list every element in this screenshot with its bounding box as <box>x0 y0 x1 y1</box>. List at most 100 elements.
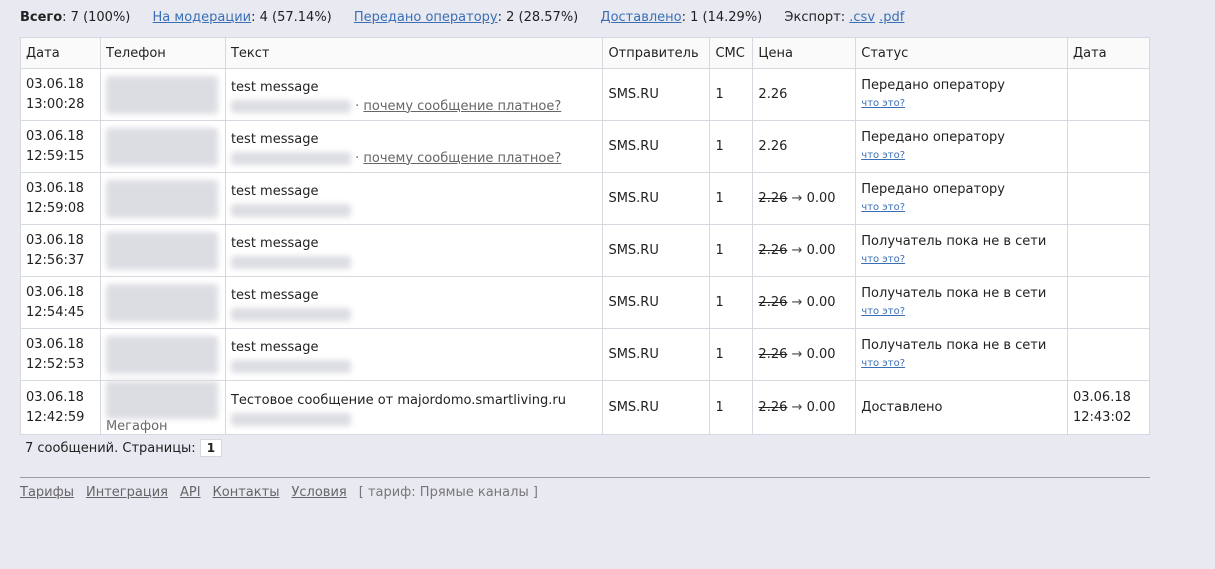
phone-redacted <box>105 127 218 166</box>
meta-redacted <box>230 99 351 113</box>
sent-date: 03.06.18 <box>26 232 84 248</box>
footer-link-api[interactable]: API <box>180 485 201 500</box>
delivered-filter-link[interactable]: Доставлено <box>600 10 681 25</box>
footer-link-tariffs[interactable]: Тарифы <box>20 485 74 500</box>
cell-text: test message · почему сообщение платное? <box>224 120 604 173</box>
status-help-link[interactable]: что это? <box>861 254 905 265</box>
export-csv-link[interactable]: .csv <box>849 10 875 25</box>
new-price: 0.00 <box>806 191 836 206</box>
cell-text: test message <box>224 276 604 329</box>
arrow-icon: → <box>791 243 803 258</box>
delivery-date: 03.06.18 <box>1072 389 1131 405</box>
new-price: 0.00 <box>806 243 836 258</box>
new-price: 0.00 <box>806 295 836 310</box>
footer-link-terms[interactable]: Условия <box>291 485 346 500</box>
old-price: 2.26 <box>758 191 788 206</box>
cell-sender: SMS.RU <box>602 120 711 173</box>
column-header-status: Статус <box>855 37 1068 69</box>
message-meta: · почему сообщение платное? <box>230 97 598 117</box>
old-price: 2.26 <box>758 295 788 310</box>
message-text: test message <box>230 183 319 199</box>
cell-phone <box>99 328 226 381</box>
cell-delivery-date <box>1066 68 1151 121</box>
meta-separator: · <box>355 150 360 166</box>
phone-redacted <box>105 75 218 114</box>
cell-sender: SMS.RU <box>602 380 711 435</box>
meta-redacted <box>230 203 351 217</box>
table-row: 03.06.18 13:00:28 test message · почему со… <box>20 68 1151 121</box>
summary-moderation: На модерации: 4 (57.14%) <box>153 10 332 25</box>
table-row: 03.06.18 12:59:15 test message · почему со… <box>20 120 1151 173</box>
status-help-link[interactable]: что это? <box>861 202 905 213</box>
message-meta <box>230 305 598 325</box>
message-meta <box>230 410 598 430</box>
cell-status: Передано оператору что это? <box>855 120 1068 173</box>
why-paid-link[interactable]: почему сообщение платное? <box>363 151 561 166</box>
cell-phone <box>99 276 226 329</box>
table-row: 03.06.18 12:54:45 test message SMS.RU 1 2.26 … <box>20 276 1151 329</box>
footer-link-integration[interactable]: Интеграция <box>86 485 168 500</box>
cell-phone <box>99 172 226 225</box>
new-price: 0.00 <box>806 347 836 362</box>
column-header-sms: СМС <box>709 37 754 69</box>
cell-price: 2.26 <box>752 120 857 173</box>
cell-date: 03.06.18 12:56:37 <box>20 224 101 277</box>
export-pdf-link[interactable]: .pdf <box>879 10 904 25</box>
pager: 7 сообщений. Страницы: 1 <box>25 439 223 457</box>
cell-text: test message <box>224 224 604 277</box>
sent-date: 03.06.18 <box>26 128 84 144</box>
sent-date: 03.06.18 <box>26 76 84 92</box>
export-label: Экспорт: <box>784 10 846 25</box>
arrow-icon: → <box>791 347 803 362</box>
cell-price: 2.26 → 0.00 <box>752 328 857 381</box>
cell-date: 03.06.18 12:59:15 <box>20 120 101 173</box>
message-text: test message <box>230 287 319 303</box>
summary-total: Всего: 7 (100%) <box>20 10 130 25</box>
page-1-button[interactable]: 1 <box>199 439 223 457</box>
sent-time: 12:52:53 <box>26 356 85 372</box>
messages-table: Дата Телефон Текст Отправитель СМС Цена Статус… <box>20 37 1151 435</box>
sent-time: 12:59:15 <box>26 148 85 164</box>
cell-sender: SMS.RU <box>602 68 711 121</box>
table-row: 03.06.18 12:52:53 test message SMS.RU 1 2.26 … <box>20 328 1151 381</box>
why-paid-link[interactable]: почему сообщение платное? <box>363 99 561 114</box>
cell-sms-count: 1 <box>709 120 754 173</box>
table-row: 03.06.18 12:59:08 test message SMS.RU 1 2.26 … <box>20 172 1151 225</box>
footer-link-contacts[interactable]: Контакты <box>213 485 280 500</box>
status-text: Получатель пока не в сети <box>861 286 1047 301</box>
status-text: Получатель пока не в сети <box>861 338 1047 353</box>
status-help-link[interactable]: что это? <box>861 306 905 317</box>
export-group: Экспорт: .csv .pdf <box>784 10 904 25</box>
cell-sms-count: 1 <box>709 276 754 329</box>
summary-delivered: Доставлено: 1 (14.29%) <box>600 10 762 25</box>
column-header-date: Дата <box>20 37 101 69</box>
column-header-sender: Отправитель <box>602 37 711 69</box>
moderation-filter-link[interactable]: На модерации <box>153 10 252 25</box>
column-header-price: Цена <box>752 37 857 69</box>
meta-redacted <box>230 255 351 269</box>
pager-label: 7 сообщений. Страницы: <box>25 441 196 456</box>
cell-text: test message · почему сообщение платное? <box>224 68 604 121</box>
sent-date: 03.06.18 <box>26 336 84 352</box>
table-row: 03.06.18 12:56:37 test message SMS.RU 1 2.26 … <box>20 224 1151 277</box>
operator-value: : 2 (28.57%) <box>497 10 579 25</box>
total-value: : 7 (100%) <box>62 10 131 25</box>
cell-status: Получатель пока не в сети что это? <box>855 276 1068 329</box>
status-help-link[interactable]: что это? <box>861 358 905 369</box>
status-text: Доставлено <box>861 399 943 415</box>
cell-status: Получатель пока не в сети что это? <box>855 328 1068 381</box>
arrow-icon: → <box>791 295 803 310</box>
cell-sms-count: 1 <box>709 172 754 225</box>
new-price: 0.00 <box>806 400 836 415</box>
phone-redacted <box>105 335 218 374</box>
cell-phone <box>99 68 226 121</box>
status-help-link[interactable]: что это? <box>861 150 905 161</box>
cell-phone <box>99 224 226 277</box>
cell-delivery-date <box>1066 120 1151 173</box>
status-help-link[interactable]: что это? <box>861 98 905 109</box>
status-text: Передано оператору <box>861 78 1005 93</box>
cell-sender: SMS.RU <box>602 224 711 277</box>
message-meta <box>230 357 598 377</box>
cell-sms-count: 1 <box>709 224 754 277</box>
operator-filter-link[interactable]: Передано оператору <box>354 10 498 25</box>
